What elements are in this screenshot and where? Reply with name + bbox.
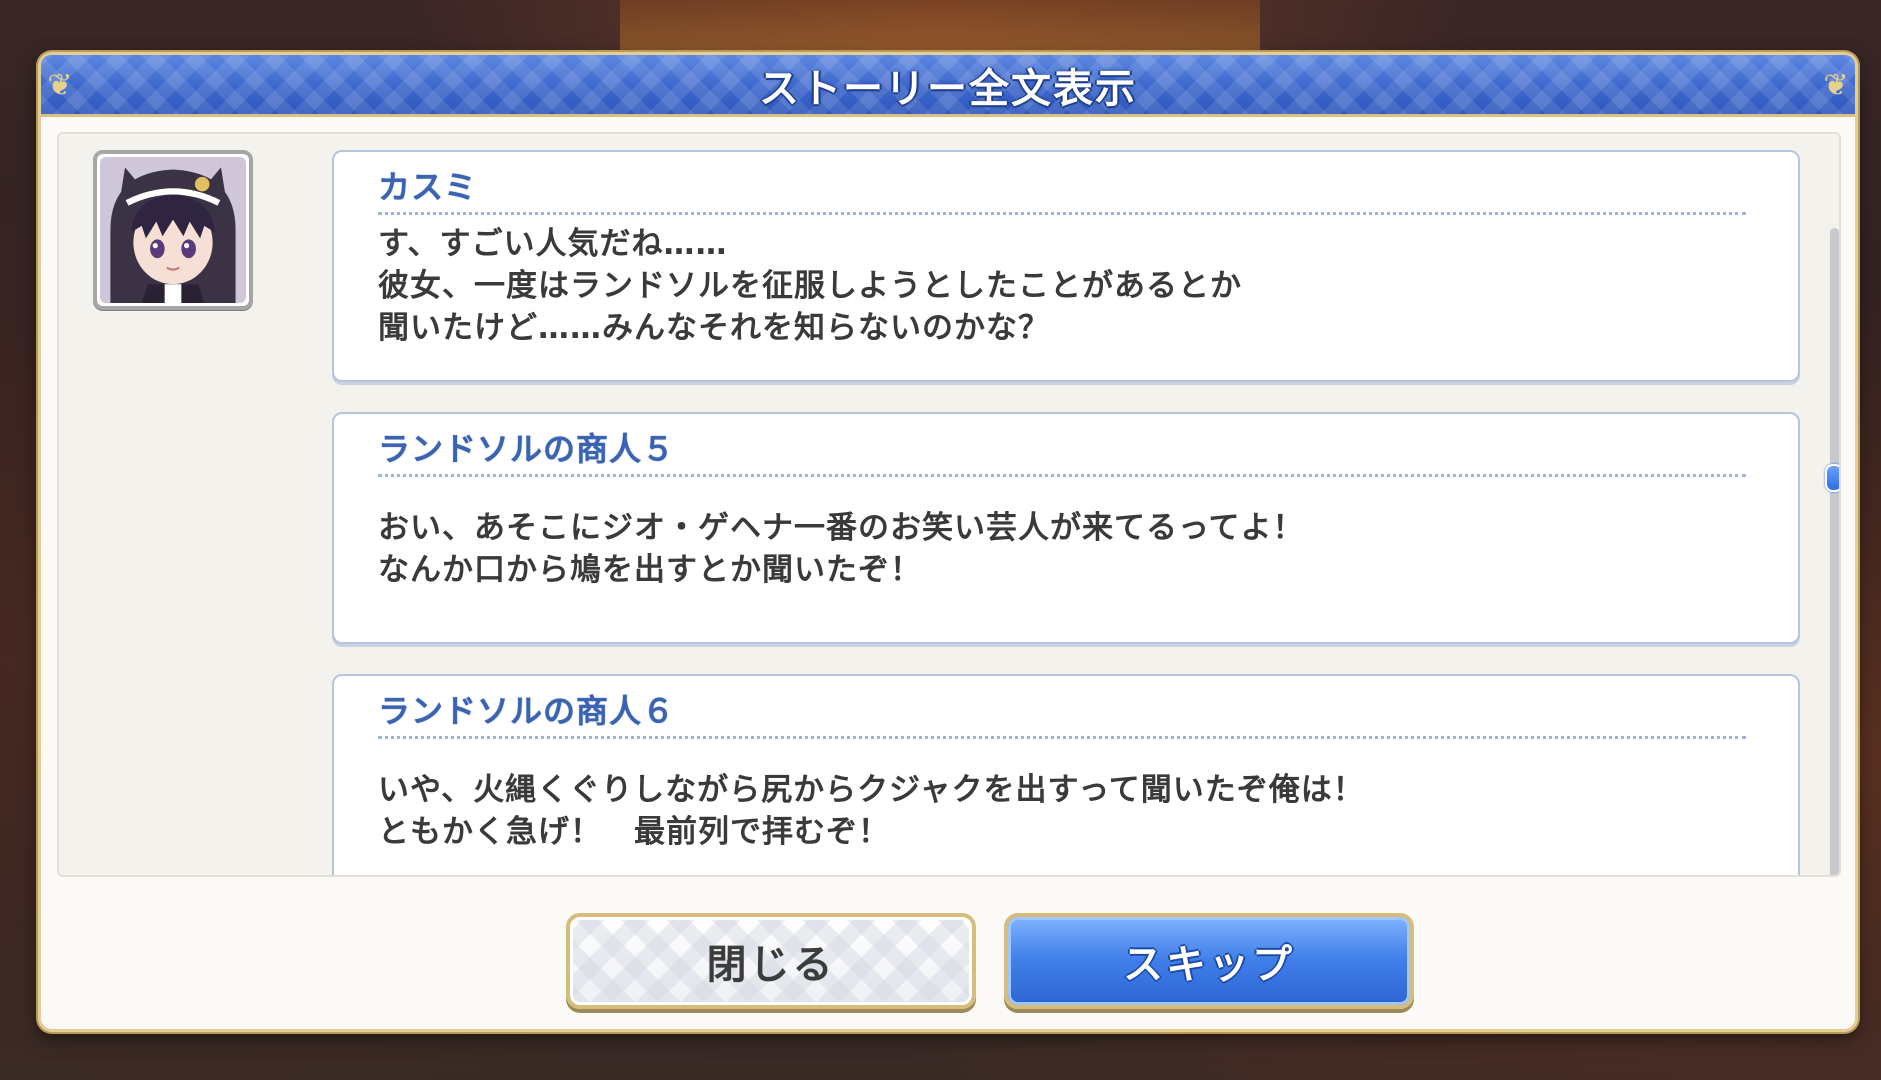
divider [378, 736, 1746, 739]
avatar [93, 150, 253, 310]
message-line: いや、火縄くぐりしながら尻からクジャクを出すって聞いたぞ俺は！ [378, 772, 1365, 808]
skip-button[interactable]: スキップ [1004, 913, 1414, 1009]
dialog-title-bar: ❦ ストーリー全文表示 ❦ [41, 55, 1855, 117]
close-button[interactable]: 閉じる [566, 913, 976, 1009]
story-log-dialog: ❦ ストーリー全文表示 ❦ カスミ す、すごい人気だね…… 彼女、一度はランドソ… [38, 52, 1858, 1032]
message-line: なんか口から鳩を出すとか聞いたぞ！ [378, 552, 922, 588]
background-decoration [620, 0, 1260, 60]
speaker-name: ランドソルの商人５ [378, 430, 676, 468]
scrollbar-thumb[interactable] [1825, 464, 1839, 492]
corner-ornament-icon: ❦ [47, 68, 73, 103]
message-line: おい、あそこにジオ・ゲヘナ一番のお笑い芸人が来てるってよ！ [378, 510, 1305, 546]
list-item: カスミ す、すごい人気だね…… 彼女、一度はランドソルを征服しようとしたことがあ… [332, 150, 1800, 382]
speaker-name: カスミ [378, 168, 478, 206]
corner-ornament-icon: ❦ [1823, 68, 1849, 103]
divider [378, 474, 1746, 477]
message-line: 彼女、一度はランドソルを征服しようとしたことがあるとか [378, 268, 1242, 304]
list-item: ランドソルの商人６ いや、火縄くぐりしながら尻からクジャクを出すって聞いたぞ俺は… [332, 674, 1800, 875]
message-list: カスミ す、すごい人気だね…… 彼女、一度はランドソルを征服しようとしたことがあ… [332, 150, 1800, 875]
character-portrait-icon [100, 157, 246, 303]
message-line: す、すごい人気だね…… [378, 226, 728, 262]
dialog-title: ストーリー全文表示 [759, 65, 1137, 112]
speaker-name: ランドソルの商人６ [378, 692, 676, 730]
list-item: ランドソルの商人５ おい、あそこにジオ・ゲヘナ一番のお笑い芸人が来てるってよ！ … [332, 412, 1800, 644]
divider [378, 212, 1746, 215]
message-line: ともかく急げ！ 最前列で拝むぞ！ [378, 814, 890, 850]
story-log-list[interactable]: カスミ す、すごい人気だね…… 彼女、一度はランドソルを征服しようとしたことがあ… [57, 132, 1841, 877]
message-line: 聞いたけど……みんなそれを知らないのかな？ [378, 310, 1050, 346]
scrollbar-track[interactable] [1830, 228, 1839, 875]
kasumi-portrait [100, 157, 246, 303]
